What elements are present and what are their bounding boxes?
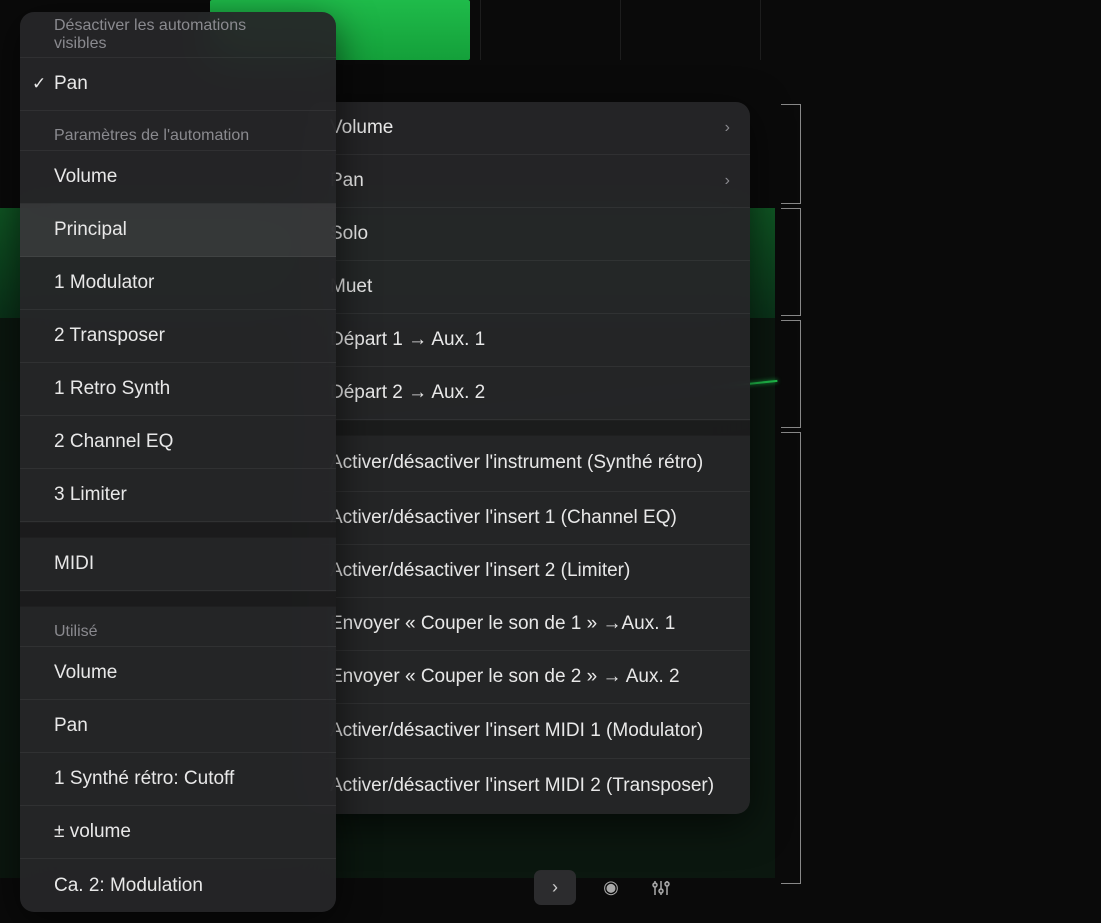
menu-item-label: Volume bbox=[54, 166, 117, 188]
forward-button[interactable]: › bbox=[534, 870, 576, 905]
menu-item-label: Envoyer « Couper le son de 1 » →Aux. 1 bbox=[330, 613, 675, 635]
bracket bbox=[781, 432, 801, 884]
menu-item-label: 2 Transposer bbox=[54, 325, 165, 347]
menu-separator bbox=[20, 591, 336, 607]
settings-sliders-icon[interactable] bbox=[646, 873, 676, 903]
menu-item-used-volume[interactable]: Volume bbox=[20, 647, 336, 700]
menu-item-label: Principal bbox=[54, 219, 127, 241]
menu-header-used: Utilisé bbox=[20, 607, 336, 647]
chevron-right-icon: › bbox=[725, 172, 730, 190]
menu-item-volume[interactable]: Volume bbox=[20, 151, 336, 204]
menu-separator bbox=[308, 420, 750, 436]
menu-item-label: Activer/désactiver l'insert MIDI 2 (Tran… bbox=[330, 773, 714, 800]
submenu-item-toggle-instrument[interactable]: Activer/désactiver l'instrument (Synthé … bbox=[308, 436, 750, 492]
menu-item-label: Départ 1 → Aux. 1 bbox=[330, 329, 485, 351]
submenu-item-toggle-midi2[interactable]: Activer/désactiver l'insert MIDI 2 (Tran… bbox=[308, 759, 750, 814]
menu-item-used-pmvolume[interactable]: ± volume bbox=[20, 806, 336, 859]
submenu-item-toggle-insert1[interactable]: Activer/désactiver l'insert 1 (Channel E… bbox=[308, 492, 750, 545]
menu-item-retro-synth[interactable]: 1 Retro Synth bbox=[20, 363, 336, 416]
menu-item-principal[interactable]: Principal bbox=[20, 204, 336, 257]
menu-item-label: Pan bbox=[54, 73, 88, 95]
grid-line bbox=[760, 0, 761, 60]
menu-item-used-pan[interactable]: Pan bbox=[20, 700, 336, 753]
submenu-item-depart2[interactable]: Départ 2 → Aux. 2 bbox=[308, 367, 750, 420]
automation-submenu: Volume › Pan › Solo Muet Départ 1 → Aux.… bbox=[308, 102, 750, 814]
menu-item-label: MIDI bbox=[54, 553, 94, 575]
automation-menu: Désactiver les automations visibles ✓ Pa… bbox=[20, 12, 336, 912]
submenu-item-depart1[interactable]: Départ 1 → Aux. 1 bbox=[308, 314, 750, 367]
menu-item-used-modulation[interactable]: Ca. 2: Modulation bbox=[20, 859, 336, 912]
menu-item-label: Volume bbox=[54, 662, 117, 684]
menu-header-label: Désactiver les automations visibles bbox=[54, 17, 302, 53]
bracket bbox=[781, 104, 801, 204]
menu-item-label: Ca. 2: Modulation bbox=[54, 875, 203, 897]
callout-brackets bbox=[775, 0, 815, 923]
bracket bbox=[781, 320, 801, 428]
menu-item-label: Pan bbox=[54, 715, 88, 737]
menu-item-pan-checked[interactable]: ✓ Pan bbox=[20, 58, 336, 111]
chevron-right-icon: › bbox=[552, 877, 558, 898]
submenu-item-toggle-midi1[interactable]: Activer/désactiver l'insert MIDI 1 (Modu… bbox=[308, 704, 750, 760]
menu-item-label: 1 Synthé rétro: Cutoff bbox=[54, 768, 234, 790]
menu-header-disable-visible: Désactiver les automations visibles bbox=[20, 12, 336, 58]
menu-item-limiter[interactable]: 3 Limiter bbox=[20, 469, 336, 522]
grid-line bbox=[480, 0, 481, 60]
submenu-item-send-mute2[interactable]: Envoyer « Couper le son de 2 » → Aux. 2 bbox=[308, 651, 750, 704]
menu-item-label: Activer/désactiver l'insert 2 (Limiter) bbox=[330, 560, 630, 582]
menu-item-label: Volume bbox=[330, 117, 393, 139]
playhead-icon[interactable]: ◉ bbox=[596, 873, 626, 903]
menu-item-label: Activer/désactiver l'insert MIDI 1 (Modu… bbox=[330, 718, 703, 745]
submenu-item-muet[interactable]: Muet bbox=[308, 261, 750, 314]
check-icon: ✓ bbox=[32, 74, 46, 94]
menu-item-label: Départ 2 → Aux. 2 bbox=[330, 382, 485, 404]
bracket bbox=[781, 208, 801, 316]
submenu-item-volume[interactable]: Volume › bbox=[308, 102, 750, 155]
menu-header-automation-params: Paramètres de l'automation bbox=[20, 111, 336, 151]
menu-item-label: 2 Channel EQ bbox=[54, 431, 173, 453]
chevron-right-icon: › bbox=[725, 119, 730, 137]
editor-toolbar: › ◉ bbox=[534, 870, 676, 905]
menu-item-modulator[interactable]: 1 Modulator bbox=[20, 257, 336, 310]
grid-line bbox=[620, 0, 621, 60]
menu-item-label: 1 Modulator bbox=[54, 272, 154, 294]
menu-item-used-cutoff[interactable]: 1 Synthé rétro: Cutoff bbox=[20, 753, 336, 806]
menu-item-transposer[interactable]: 2 Transposer bbox=[20, 310, 336, 363]
menu-header-label: Utilisé bbox=[54, 623, 98, 641]
menu-item-label: 3 Limiter bbox=[54, 484, 127, 506]
menu-item-label: Activer/désactiver l'instrument (Synthé … bbox=[330, 450, 703, 477]
menu-item-label: Envoyer « Couper le son de 2 » → Aux. 2 bbox=[330, 666, 680, 688]
submenu-item-send-mute1[interactable]: Envoyer « Couper le son de 1 » →Aux. 1 bbox=[308, 598, 750, 651]
menu-item-channel-eq[interactable]: 2 Channel EQ bbox=[20, 416, 336, 469]
menu-item-label: ± volume bbox=[54, 821, 131, 843]
submenu-item-solo[interactable]: Solo bbox=[308, 208, 750, 261]
submenu-item-toggle-insert2[interactable]: Activer/désactiver l'insert 2 (Limiter) bbox=[308, 545, 750, 598]
menu-separator bbox=[20, 522, 336, 538]
menu-item-label: Activer/désactiver l'insert 1 (Channel E… bbox=[330, 507, 677, 529]
menu-header-label: Paramètres de l'automation bbox=[54, 127, 249, 145]
sliders-icon bbox=[651, 878, 671, 898]
menu-item-label: Muet bbox=[330, 276, 372, 298]
submenu-item-pan[interactable]: Pan › bbox=[308, 155, 750, 208]
menu-item-midi[interactable]: MIDI bbox=[20, 538, 336, 591]
menu-item-label: 1 Retro Synth bbox=[54, 378, 170, 400]
